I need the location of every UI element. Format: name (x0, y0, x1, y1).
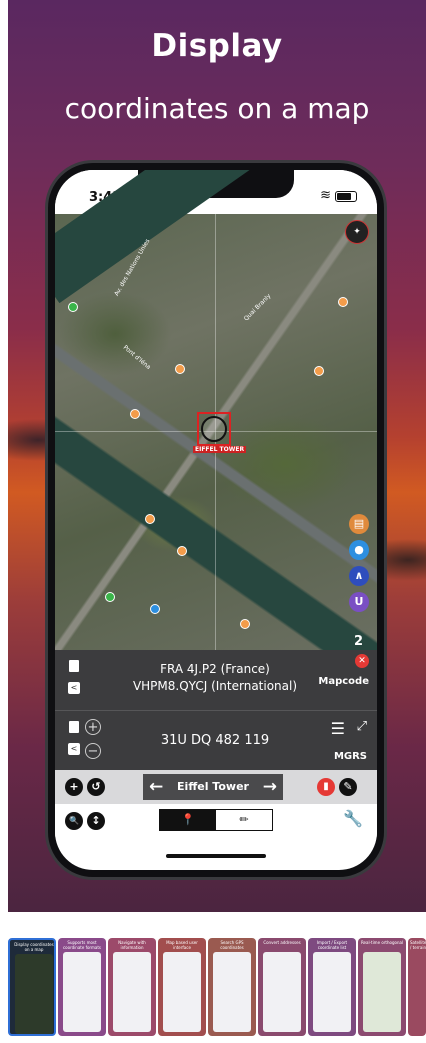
thumbnail-caption: Real-time orthogonal (360, 940, 404, 945)
battery-icon (335, 191, 357, 202)
phone-screen: 3:43 ≋ EIFFEL TOWER Av. des Nations Unie… (55, 170, 377, 870)
document-icon[interactable] (69, 721, 79, 733)
promo-title-line1: Display (151, 28, 283, 64)
target-circle (201, 416, 227, 442)
place-navigator: ← Eiffel Tower → (143, 774, 283, 800)
poi-marker[interactable] (177, 546, 187, 556)
promo-title-line2: coordinates on a map (64, 92, 370, 125)
next-arrow-icon[interactable]: → (263, 774, 277, 800)
thumbnail-screen (15, 954, 53, 1034)
navigation-icon[interactable]: ∧ (349, 566, 369, 586)
thumbnail-caption: Import / Export coordinate list (316, 940, 348, 950)
add-icon[interactable]: + (65, 778, 83, 796)
thumbnail-caption: Map based user interface (166, 940, 198, 950)
thumbnail-caption: Convert addresses (263, 940, 301, 945)
satellite-map[interactable]: EIFFEL TOWER Av. des Nations Unies Pont … (55, 170, 377, 650)
pin-mode-tab[interactable]: 📍 (160, 810, 216, 830)
share-icon[interactable]: < (68, 743, 80, 755)
thumbnail-screen (163, 952, 201, 1032)
thumbnail[interactable]: Search GPS coordinates (208, 938, 256, 1036)
zoom-in-button[interactable]: + (85, 719, 101, 735)
thumbnail-caption: Satellite / terrain (410, 940, 426, 950)
compass-icon[interactable]: ✦ (345, 220, 369, 244)
thumbnail[interactable]: Import / Export coordinate list (308, 938, 356, 1036)
place-toolbar: + ↺ ← Eiffel Tower → ▮ ✎ (55, 770, 377, 804)
bottom-toolbar: 🔍 ↕ 📍 ✏ 🔧 (55, 804, 377, 838)
thumbnail[interactable]: Navigate with information (108, 938, 156, 1036)
previous-arrow-icon[interactable]: ← (149, 774, 163, 800)
thumbnail-screen (213, 952, 251, 1032)
poi-marker[interactable] (314, 366, 324, 376)
mode-segmented-control: 📍 ✏ (159, 809, 273, 831)
thumbnail[interactable]: Display coordinates on a map (8, 938, 56, 1036)
road-label: Pont d'Iéna (121, 344, 152, 371)
poi-marker[interactable] (150, 604, 160, 614)
mgrs-format-label[interactable]: MGRS (334, 751, 367, 762)
thumbnail-caption: Supports most coordinate formats (62, 940, 102, 950)
thumbnail[interactable]: Map based user interface (158, 938, 206, 1036)
document-icon[interactable] (69, 660, 79, 672)
mapcode-line1: FRA 4J.P2 (France) (160, 662, 270, 676)
thumbnail-caption: Search GPS coordinates (220, 940, 244, 950)
thumbnail-screen (363, 952, 401, 1032)
thumbnail-caption: Navigate with information (118, 940, 146, 950)
thumbnail[interactable]: Convert addresses (258, 938, 306, 1036)
poi-marker[interactable] (338, 297, 348, 307)
wifi-icon: ≋ (320, 188, 331, 203)
poi-marker[interactable] (240, 619, 250, 629)
trash-icon[interactable]: ▮ (317, 778, 335, 796)
thumbnail-caption: Display coordinates on a map (14, 942, 54, 952)
thumbnail-screen (113, 952, 151, 1032)
edit-icon[interactable]: ✎ (339, 778, 357, 796)
share-icon[interactable]: < (68, 682, 80, 694)
wrench-icon[interactable]: 🔧 (343, 809, 363, 828)
search-icon[interactable]: 🔍 (65, 812, 83, 830)
u-icon[interactable]: U (349, 592, 369, 612)
zoom-out-button[interactable]: − (85, 743, 101, 759)
thumbnail-screen (263, 952, 301, 1032)
poi-marker[interactable] (175, 364, 185, 374)
location-pin-icon[interactable]: ● (349, 540, 369, 560)
thumbnail[interactable]: Real-time orthogonal (358, 938, 406, 1036)
mgrs-panel: < + − 31U DQ 482 119 ☰ ⤢ MGRS (55, 710, 377, 771)
thumbnail[interactable]: Supports most coordinate formats (58, 938, 106, 1036)
list-icon[interactable]: ☰ (331, 719, 345, 738)
poi-marker[interactable] (130, 409, 140, 419)
thumbnail-screen (313, 952, 351, 1032)
book-icon[interactable]: ▤ (349, 514, 369, 534)
poi-marker[interactable] (145, 514, 155, 524)
ruler-mode-tab[interactable]: ✏ (216, 810, 272, 830)
marker-count: 2 (353, 634, 363, 649)
expand-icon[interactable]: ⤢ (357, 719, 367, 734)
mapcode-line2: VHPM8.QYCJ (International) (132, 679, 298, 693)
mapcode-format-label[interactable]: Mapcode (318, 676, 369, 687)
place-name: Eiffel Tower (177, 780, 249, 793)
mgrs-value: 31U DQ 482 119 (160, 733, 270, 748)
thumbnail[interactable]: Satellite / terrain (408, 938, 426, 1036)
road-label: Quai Branly (242, 292, 273, 323)
poi-marker[interactable] (68, 302, 78, 312)
poi-marker[interactable] (105, 592, 115, 602)
marker-label: EIFFEL TOWER (193, 446, 247, 453)
history-icon[interactable]: ↺ (87, 778, 105, 796)
thumbnail-screen (63, 952, 101, 1032)
close-icon[interactable]: ✕ (355, 654, 369, 668)
home-indicator (166, 854, 266, 858)
up-down-icon[interactable]: ↕ (87, 812, 105, 830)
screenshot-thumbnails: Display coordinates on a map Supports mo… (8, 938, 426, 1043)
mapcode-panel: < FRA 4J.P2 (France) VHPM8.QYCJ (Interna… (55, 650, 377, 710)
